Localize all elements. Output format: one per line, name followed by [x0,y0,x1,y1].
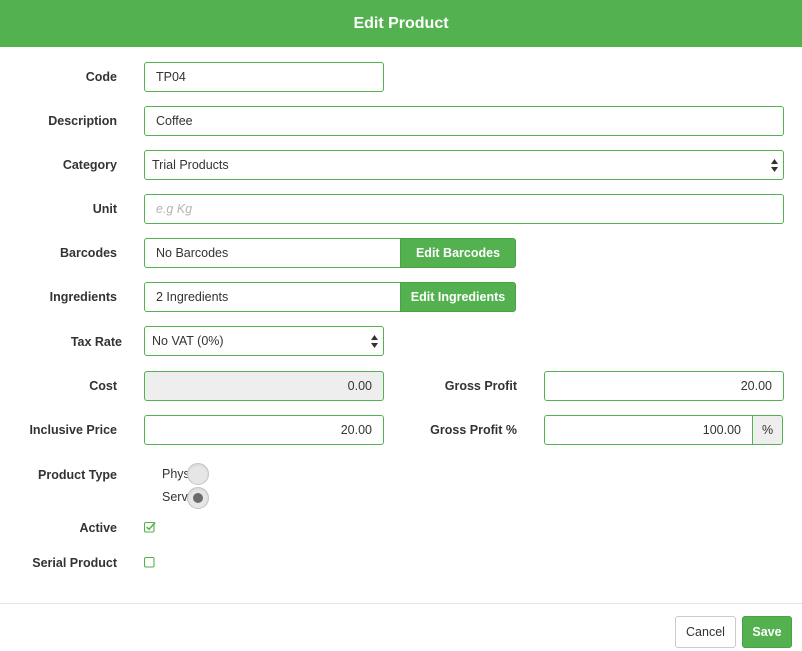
select-arrows-icon [370,333,378,349]
description-value: Coffee [156,114,193,128]
radio-selected-dot [193,493,203,503]
serial-product-label: Serial Product [32,556,117,570]
gross-profit-pct-label: Gross Profit % [430,423,517,437]
dialog-title: Edit Product [353,14,449,32]
product-type-service-label: Servi [162,490,188,504]
description-label: Description [48,114,117,128]
unit-placeholder: e.g Kg [156,202,193,216]
active-label: Active [79,521,117,535]
tax-rate-select[interactable]: No VAT (0%) [144,326,384,356]
edit-barcodes-button[interactable]: Edit Barcodes [400,238,516,268]
gross-profit-pct-input[interactable]: 100.00 [544,415,753,445]
product-type-physical-radio[interactable] [187,463,209,485]
code-label: Code [85,70,117,84]
barcodes-field: No Barcodes [144,238,400,268]
ingredients-label: Ingredients [49,290,117,304]
tax-rate-label: Tax Rate [70,335,122,349]
code-input[interactable]: TP04 [144,62,384,92]
product-type-service-radio[interactable] [187,487,209,509]
category-label: Category [62,158,117,172]
barcodes-value: No Barcodes [156,246,229,260]
checkbox-checked-icon[interactable] [143,521,156,533]
ingredients-value: 2 Ingredients [156,290,229,304]
code-value: TP04 [156,70,186,84]
edit-ingredients-button[interactable]: Edit Ingredients [400,282,516,312]
gross-profit-pct-value: 100.00 [702,423,741,437]
category-select[interactable]: Trial Products [144,150,784,180]
product-type-label: Product Type [38,468,117,482]
tax-rate-value: No VAT (0%) [152,334,224,348]
product-type-physical-label: Phys [162,467,188,481]
cancel-button[interactable]: Cancel [675,616,736,648]
unit-label: Unit [92,202,117,216]
dialog-header: Edit Product [0,0,802,47]
gross-profit-label: Gross Profit [444,379,517,393]
save-button[interactable]: Save [742,616,792,648]
gross-profit-value: 20.00 [740,379,772,393]
barcodes-label: Barcodes [60,246,117,260]
unit-input[interactable]: e.g Kg [144,194,784,224]
percent-addon: % [753,415,783,445]
ingredients-field: 2 Ingredients [144,282,400,312]
checkbox-empty-icon[interactable] [143,556,156,568]
gross-profit-input[interactable]: 20.00 [544,371,784,401]
select-arrows-icon [770,157,778,173]
category-value: Trial Products [152,158,229,172]
footer-divider [0,603,802,604]
description-input[interactable]: Coffee [144,106,784,136]
